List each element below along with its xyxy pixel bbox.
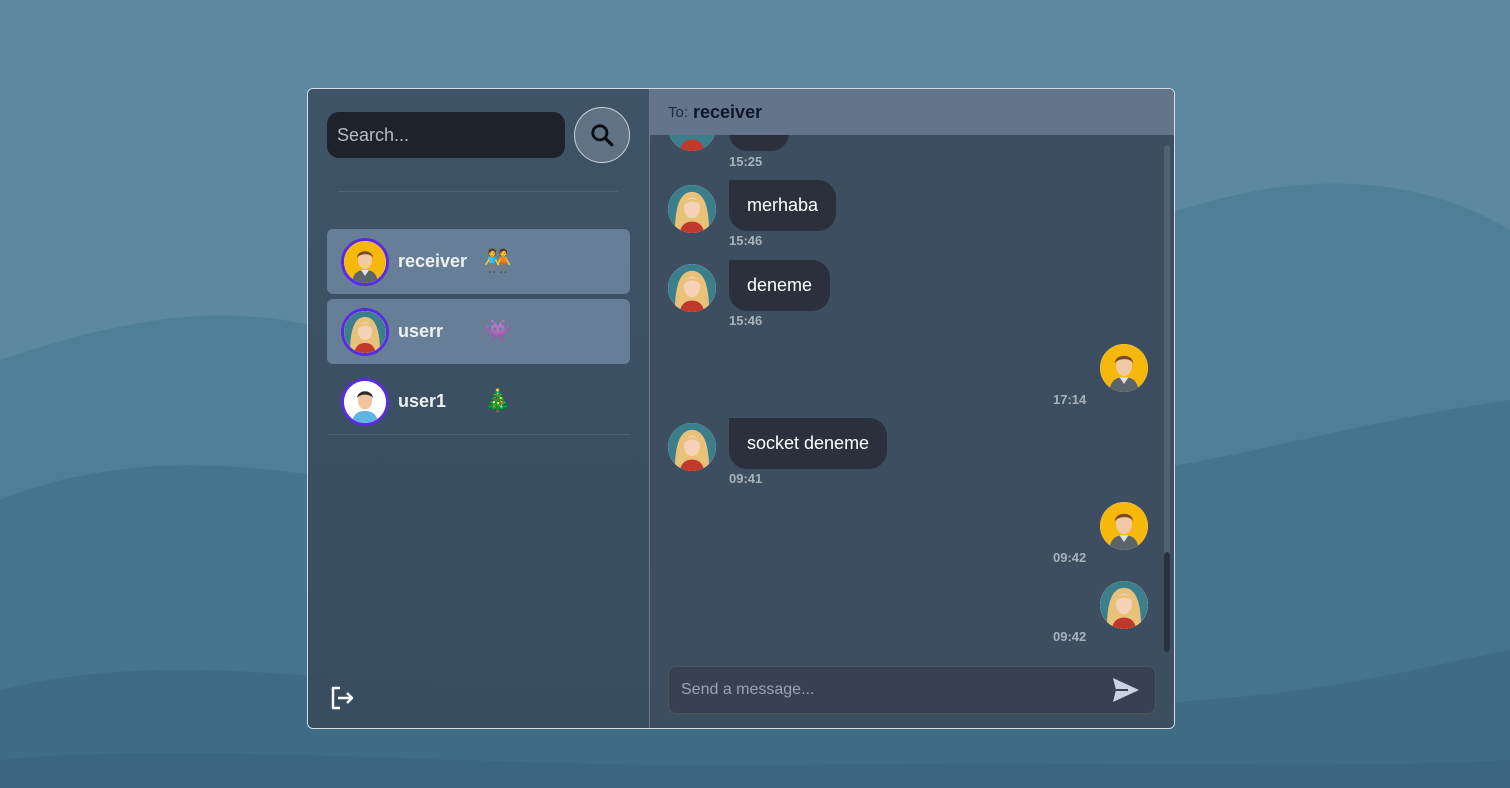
avatar <box>668 135 716 151</box>
conversation-list: receiver 🧑‍🤝‍🧑 userr 👾 <box>327 229 630 435</box>
message-bubble: deneme <box>729 260 831 311</box>
avatar <box>341 377 389 426</box>
conversation-item-user1[interactable]: user1 🎄 <box>327 369 630 434</box>
chat-header: To: receiver <box>650 89 1174 135</box>
receiver-name: receiver <box>693 101 763 122</box>
message-time: 15:46 <box>729 233 763 248</box>
avatar <box>341 237 389 286</box>
avatar <box>668 264 716 312</box>
conversation-emoji: 🎄 <box>484 389 512 414</box>
message-bubble <box>729 135 789 151</box>
to-label: To: <box>668 103 689 121</box>
conversation-name: userr <box>398 321 444 341</box>
message-composer <box>668 666 1156 714</box>
message-time: 15:25 <box>729 154 763 169</box>
boy-avatar-icon <box>344 380 386 423</box>
logout-button[interactable] <box>328 684 356 712</box>
message-bubble: socket deneme <box>729 418 888 469</box>
male-avatar-icon <box>1100 502 1148 550</box>
female-avatar-icon <box>669 135 715 151</box>
avatar <box>1100 344 1148 392</box>
female-avatar-icon <box>668 185 716 233</box>
chat-app-window: receiver 🧑‍🤝‍🧑 userr 👾 <box>307 88 1175 729</box>
avatar <box>1100 502 1148 550</box>
logout-icon <box>331 686 354 710</box>
avatar <box>668 185 716 233</box>
sidebar: receiver 🧑‍🤝‍🧑 userr 👾 <box>308 89 650 728</box>
chat-panel: To: receiver 15:25 merhaba 15:46 deneme … <box>650 89 1174 728</box>
search-input[interactable] <box>327 112 565 158</box>
conversation-divider <box>327 434 630 435</box>
search-row <box>327 107 630 163</box>
message-input[interactable] <box>669 666 1111 714</box>
female-avatar-icon <box>344 310 386 353</box>
conversation-name: receiver <box>398 251 468 271</box>
sidebar-divider <box>338 191 618 192</box>
conversation-item-userr[interactable]: userr 👾 <box>327 299 630 364</box>
avatar <box>668 423 716 471</box>
male-avatar-icon <box>344 240 386 283</box>
conversation-name: user1 <box>398 391 447 411</box>
message-time: 09:42 <box>1053 629 1087 644</box>
search-button[interactable] <box>574 107 630 163</box>
avatar <box>341 307 389 356</box>
conversation-item-receiver[interactable]: receiver 🧑‍🤝‍🧑 <box>327 229 630 294</box>
female-avatar-icon <box>1100 581 1148 629</box>
message-time: 09:42 <box>1053 550 1087 565</box>
female-avatar-icon <box>668 264 716 312</box>
send-icon <box>1113 678 1139 702</box>
conversation-emoji: 👾 <box>484 319 512 344</box>
message-list: 15:25 merhaba 15:46 deneme 15:46 17:14 s… <box>650 135 1158 657</box>
message-time: 15:46 <box>729 313 763 328</box>
message-time: 09:41 <box>729 471 763 486</box>
message-time: 17:14 <box>1053 392 1087 407</box>
female-avatar-icon <box>668 423 716 471</box>
message-scrollbar[interactable] <box>1164 145 1170 652</box>
male-avatar-icon <box>1100 344 1148 392</box>
send-button[interactable] <box>1111 675 1141 705</box>
search-icon <box>591 124 614 147</box>
conversation-emoji: 🧑‍🤝‍🧑 <box>484 249 512 274</box>
avatar <box>1100 581 1148 629</box>
message-bubble: merhaba <box>729 180 837 231</box>
scrollbar-thumb[interactable] <box>1164 552 1170 652</box>
